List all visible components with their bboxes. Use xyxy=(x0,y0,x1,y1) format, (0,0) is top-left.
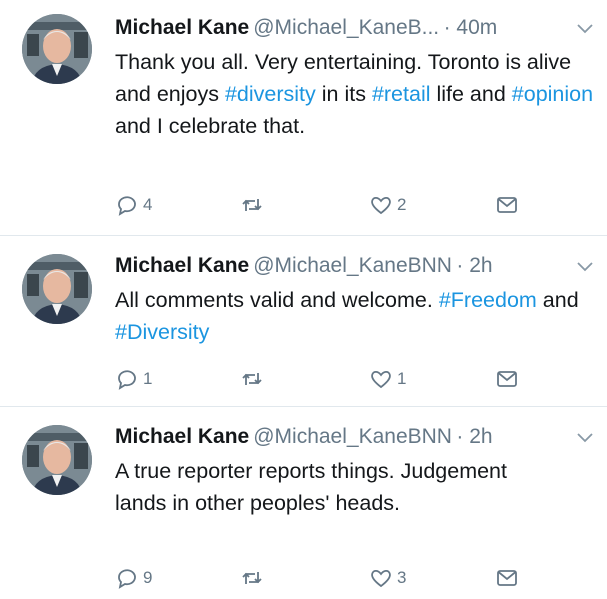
retweet-icon xyxy=(242,373,262,385)
author-name[interactable]: Michael Kane xyxy=(115,425,249,448)
chevron-down-icon[interactable] xyxy=(575,18,595,38)
author-handle[interactable]: @Michael_KaneBNN xyxy=(253,425,452,448)
tweet-text: Thank you all. Very entertaining. Toront… xyxy=(115,50,594,138)
tweet[interactable]: Michael Kane @Michael_KaneBNN · 2h A true… xyxy=(0,407,607,599)
tweet-actions: 1 1 xyxy=(115,366,595,392)
tweet-text: A true reporter reports things. Judgemen… xyxy=(115,459,507,515)
tweet-header: Michael Kane @Michael_KaneBNN · 2h xyxy=(115,425,597,455)
reply-icon xyxy=(118,196,136,216)
tweet[interactable]: Michael Kane @Michael_KaneB... · 40m Than… xyxy=(0,0,607,235)
retweet-button[interactable] xyxy=(240,565,268,591)
tweet[interactable]: Michael Kane @Michael_KaneBNN · 2h All co… xyxy=(0,236,607,406)
author-handle[interactable]: @Michael_KaneBNN xyxy=(253,254,452,277)
reply-button[interactable]: 1 xyxy=(115,366,152,392)
like-icon xyxy=(371,569,391,588)
like-button[interactable]: 3 xyxy=(369,565,406,591)
author-name[interactable]: Michael Kane xyxy=(115,254,249,277)
chevron-down-icon[interactable] xyxy=(575,427,595,447)
avatar[interactable] xyxy=(22,14,92,84)
tweet-time[interactable]: · 2h xyxy=(456,425,492,448)
like-icon xyxy=(371,370,391,389)
like-count: 2 xyxy=(397,195,407,214)
message-button[interactable] xyxy=(495,366,519,392)
hashtag-link[interactable]: #Freedom xyxy=(439,288,537,312)
hashtag-link[interactable]: #opinion xyxy=(512,82,593,106)
hashtag-link[interactable]: #Diversity xyxy=(115,320,209,344)
reply-count: 4 xyxy=(143,195,153,214)
like-button[interactable]: 1 xyxy=(369,366,406,392)
reply-button[interactable]: 4 xyxy=(115,192,152,218)
chevron-down-icon[interactable] xyxy=(575,256,595,276)
message-button[interactable] xyxy=(495,192,519,218)
message-button[interactable] xyxy=(495,565,519,591)
like-button[interactable]: 2 xyxy=(369,192,406,218)
hashtag-link[interactable]: #diversity xyxy=(225,82,316,106)
like-count: 1 xyxy=(397,369,407,388)
tweet-actions: 4 2 xyxy=(115,192,595,218)
retweet-icon xyxy=(242,199,262,211)
tweet-text: All comments valid and welcome. #Freedom… xyxy=(115,288,579,344)
author-name[interactable]: Michael Kane xyxy=(115,16,249,39)
avatar[interactable] xyxy=(22,425,92,495)
like-icon xyxy=(371,196,391,215)
tweet-actions: 9 3 xyxy=(115,565,595,591)
tweet-header: Michael Kane @Michael_KaneB... · 40m xyxy=(115,16,597,46)
reply-icon xyxy=(118,370,136,390)
message-icon xyxy=(497,371,517,387)
retweet-button[interactable] xyxy=(240,366,268,392)
retweet-icon xyxy=(242,572,262,584)
reply-count: 1 xyxy=(143,369,153,388)
tweet-time[interactable]: · 2h xyxy=(456,254,492,277)
message-icon xyxy=(497,197,517,213)
tweet-time[interactable]: · 40m xyxy=(444,16,498,39)
message-icon xyxy=(497,570,517,586)
retweet-button[interactable] xyxy=(240,192,268,218)
reply-icon xyxy=(118,569,136,589)
avatar[interactable] xyxy=(22,254,92,324)
like-count: 3 xyxy=(397,568,407,587)
reply-button[interactable]: 9 xyxy=(115,565,152,591)
reply-count: 9 xyxy=(143,568,153,587)
author-handle[interactable]: @Michael_KaneB... xyxy=(253,16,439,39)
tweet-header: Michael Kane @Michael_KaneBNN · 2h xyxy=(115,254,597,284)
hashtag-link[interactable]: #retail xyxy=(372,82,431,106)
